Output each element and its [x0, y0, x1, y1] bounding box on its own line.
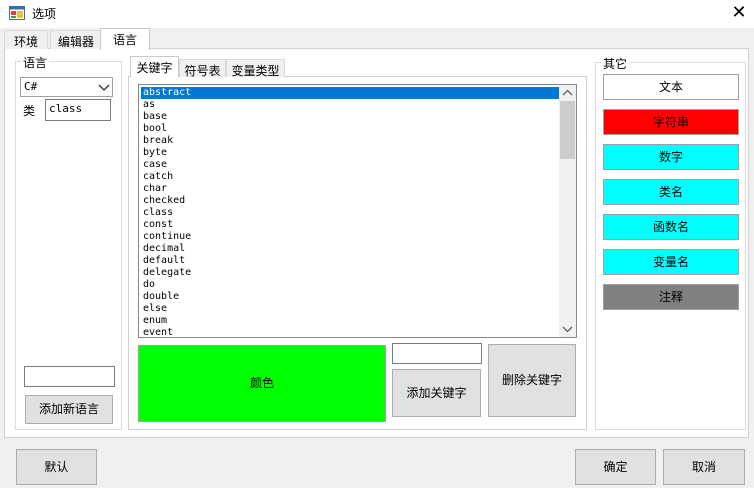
list-item[interactable]: case [141, 159, 559, 171]
list-item[interactable]: double [141, 291, 559, 303]
title-bar [0, 0, 754, 28]
language-group-label: 语言 [21, 54, 50, 71]
list-item[interactable]: byte [141, 147, 559, 159]
language-select-value: C# [24, 80, 38, 93]
list-item[interactable]: delegate [141, 267, 559, 279]
list-item[interactable]: checked [141, 195, 559, 207]
list-item[interactable]: class [141, 207, 559, 219]
text-color-button[interactable]: 文本 [603, 74, 739, 100]
window-title: 选项 [32, 7, 57, 21]
list-item[interactable]: char [141, 183, 559, 195]
string-color-button[interactable]: 字符串 [603, 109, 739, 135]
chevron-up-icon[interactable] [562, 88, 573, 98]
tab-symbols[interactable]: 符号表 [179, 59, 226, 78]
classname-color-button[interactable]: 类名 [603, 179, 739, 205]
chevron-down-icon [98, 84, 110, 91]
keyword-color-button[interactable]: 颜色 [138, 345, 386, 422]
tab-language[interactable]: 语言 [100, 28, 150, 50]
list-item[interactable]: decimal [141, 243, 559, 255]
class-input[interactable]: class [45, 99, 111, 121]
add-language-button[interactable]: 添加新语言 [25, 395, 113, 424]
list-item[interactable]: do [141, 279, 559, 291]
number-color-button[interactable]: 数字 [603, 144, 739, 170]
keyword-list[interactable]: abstract as base bool break byte case ca… [138, 84, 577, 338]
list-item[interactable]: break [141, 135, 559, 147]
variable-color-button[interactable]: 变量名 [603, 249, 739, 275]
cancel-button[interactable]: 取消 [663, 449, 745, 485]
list-item[interactable]: default [141, 255, 559, 267]
tab-keywords[interactable]: 关键字 [130, 56, 179, 77]
new-language-input[interactable] [24, 366, 115, 387]
tab-environment[interactable]: 环境 [4, 30, 48, 49]
list-item[interactable]: base [141, 111, 559, 123]
tab-editor[interactable]: 编辑器 [50, 30, 102, 49]
add-keyword-button[interactable]: 添加关键字 [392, 369, 481, 417]
list-item[interactable]: continue [141, 231, 559, 243]
delete-keyword-button[interactable]: 删除关键字 [488, 344, 576, 417]
list-item[interactable]: bool [141, 123, 559, 135]
scrollbar-thumb[interactable] [560, 101, 575, 159]
tab-variable-types[interactable]: 变量类型 [226, 59, 285, 78]
default-button[interactable]: 默认 [16, 449, 97, 485]
keyword-color-label: 颜色 [249, 376, 274, 390]
chevron-down-icon[interactable] [562, 324, 573, 334]
list-item[interactable]: as [141, 99, 559, 111]
close-icon[interactable]: ✕ [724, 0, 754, 28]
other-group-label: 其它 [601, 55, 630, 72]
list-item[interactable]: abstract [141, 87, 559, 99]
list-item[interactable]: event [141, 327, 559, 337]
app-icon [9, 6, 25, 20]
comment-color-button[interactable]: 注释 [603, 284, 739, 310]
list-item[interactable]: enum [141, 315, 559, 327]
list-item[interactable]: const [141, 219, 559, 231]
class-label: 类 [23, 104, 36, 118]
new-keyword-input[interactable] [392, 343, 482, 364]
function-color-button[interactable]: 函数名 [603, 214, 739, 240]
list-item[interactable]: catch [141, 171, 559, 183]
list-item[interactable]: else [141, 303, 559, 315]
ok-button[interactable]: 确定 [575, 449, 656, 485]
